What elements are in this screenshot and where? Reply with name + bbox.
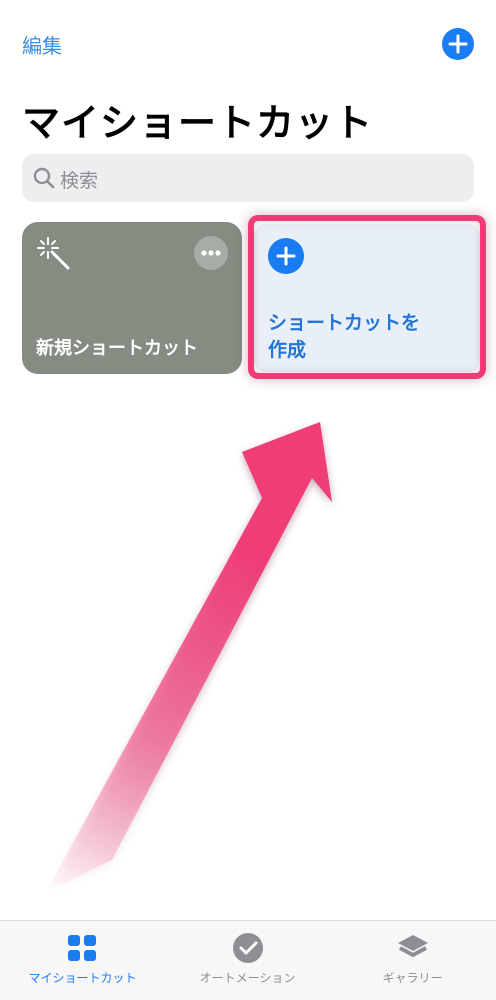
tab-label: マイショートカット bbox=[28, 971, 137, 985]
tab-label: オートメーション bbox=[199, 971, 296, 985]
grid-icon bbox=[68, 935, 96, 961]
tab-gallery[interactable]: ギャラリー bbox=[330, 921, 495, 1000]
arrow-shape bbox=[46, 422, 332, 892]
tab-automation[interactable]: オートメーション bbox=[165, 921, 330, 1000]
layers-icon bbox=[398, 935, 428, 957]
annotation-arrow bbox=[46, 422, 332, 892]
tab-my-shortcuts[interactable]: マイショートカット bbox=[0, 921, 165, 1000]
checkmark-clock-icon bbox=[233, 933, 263, 963]
tab-label: ギャラリー bbox=[382, 971, 443, 985]
tab-bar: マイショートカット オートメーション ギャラリー bbox=[0, 920, 496, 1000]
